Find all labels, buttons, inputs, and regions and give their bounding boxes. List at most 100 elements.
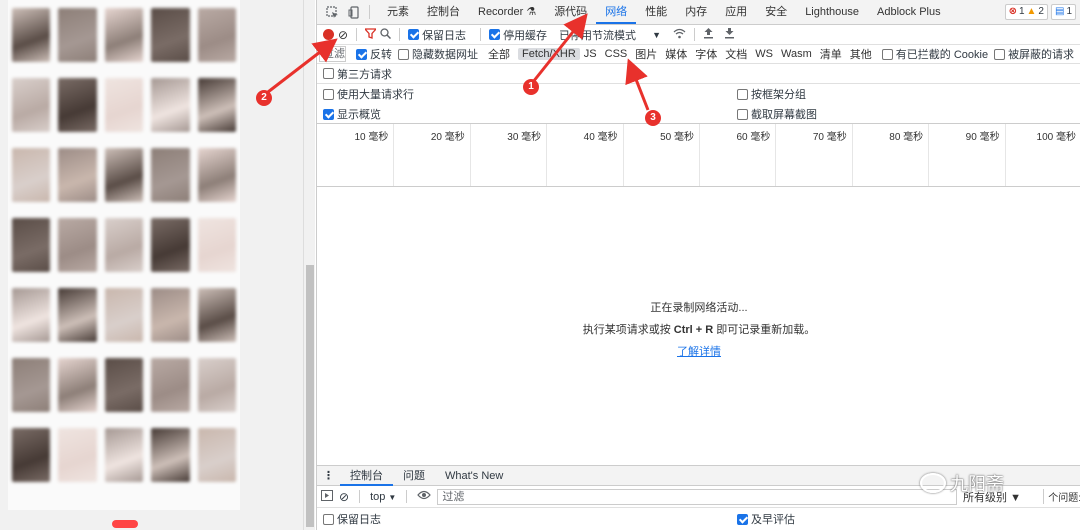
eager-eval-checkbox[interactable]: 及早评估 <box>737 511 795 527</box>
search-icon[interactable] <box>380 27 392 42</box>
image-thumbnail[interactable] <box>151 148 190 202</box>
image-thumbnail[interactable] <box>58 288 97 342</box>
image-thumbnail[interactable] <box>151 428 190 482</box>
checkbox-checked[interactable] <box>323 108 334 120</box>
disable-cache-checkbox[interactable]: 停用缓存 <box>489 27 547 43</box>
filter-type-img[interactable]: 图片 <box>631 46 661 62</box>
filter-type-media[interactable]: 媒体 <box>661 46 691 62</box>
image-thumbnail[interactable] <box>104 218 144 272</box>
blocked-cookies-checkbox[interactable]: 有已拦截的 Cookie <box>881 46 988 62</box>
context-select[interactable]: top ▼ <box>370 491 396 503</box>
image-thumbnail[interactable] <box>104 8 144 62</box>
image-thumbnail[interactable] <box>58 148 97 202</box>
console-filter-input[interactable]: 过滤 <box>437 488 958 505</box>
tab-lighthouse[interactable]: Lighthouse <box>796 0 868 24</box>
checkbox-unchecked[interactable] <box>323 88 334 100</box>
image-thumbnail[interactable] <box>151 218 190 272</box>
capture-screenshots-checkbox[interactable]: 截取屏幕截图 <box>737 106 817 122</box>
eye-icon[interactable] <box>417 490 432 503</box>
filter-type-css[interactable]: CSS <box>601 48 632 60</box>
page-scrollbar-thumb[interactable] <box>306 265 314 527</box>
image-thumbnail[interactable] <box>197 148 236 202</box>
image-thumbnail[interactable] <box>151 78 190 132</box>
record-button[interactable] <box>323 29 334 40</box>
image-thumbnail[interactable] <box>197 358 236 412</box>
show-overview-checkbox[interactable]: 显示概览 <box>323 106 381 122</box>
image-thumbnail[interactable] <box>12 288 51 342</box>
tab-performance[interactable]: 性能 <box>636 0 676 24</box>
message-badge[interactable]: ▤ 1 <box>1050 4 1076 20</box>
filter-type-font[interactable]: 字体 <box>691 46 721 62</box>
image-thumbnail[interactable] <box>104 78 144 132</box>
throttle-select[interactable]: 已停用节流模式 <box>559 27 636 43</box>
image-thumbnail[interactable] <box>151 358 190 412</box>
chevron-down-icon[interactable]: ▼ <box>652 30 661 40</box>
drawer-tab-console[interactable]: 控制台 <box>340 466 393 486</box>
image-thumbnail[interactable] <box>104 288 144 342</box>
image-thumbnail[interactable] <box>197 218 236 272</box>
filter-type-doc[interactable]: 文档 <box>721 46 751 62</box>
network-conditions-icon[interactable] <box>673 28 686 42</box>
image-thumbnail[interactable] <box>104 358 144 412</box>
checkbox-unchecked[interactable] <box>881 48 893 60</box>
large-rows-checkbox[interactable]: 使用大量请求行 <box>323 86 414 102</box>
checkbox-unchecked[interactable] <box>737 108 748 120</box>
learn-more-link[interactable]: 了解详情 <box>677 346 721 358</box>
image-thumbnail[interactable] <box>12 218 51 272</box>
image-thumbnail[interactable] <box>12 78 51 132</box>
clear-icon[interactable]: ⊘ <box>338 28 348 42</box>
checkbox-checked[interactable] <box>489 29 501 40</box>
blocked-requests-checkbox[interactable]: 被屏蔽的请求 <box>994 46 1074 62</box>
filter-icon[interactable] <box>363 27 378 42</box>
filter-input[interactable]: 过滤 <box>319 46 346 62</box>
filter-type-all[interactable]: 全部 <box>484 46 514 62</box>
image-thumbnail[interactable] <box>58 8 97 62</box>
image-thumbnail[interactable] <box>197 288 236 342</box>
page-scrollbar[interactable] <box>303 0 315 530</box>
group-by-frame-checkbox[interactable]: 按框架分组 <box>737 86 806 102</box>
filter-type-ws[interactable]: WS <box>751 48 777 60</box>
checkbox-checked[interactable] <box>356 48 367 60</box>
tab-elements[interactable]: 元素 <box>378 0 418 24</box>
drawer-tab-issues[interactable]: 问题 <box>393 466 435 486</box>
inspect-element-icon[interactable] <box>325 5 339 19</box>
export-har-icon[interactable] <box>724 27 735 42</box>
image-thumbnail[interactable] <box>58 428 97 482</box>
tab-recorder[interactable]: Recorder ⚗ <box>469 0 545 24</box>
sidebar-toggle-icon[interactable] <box>321 489 333 504</box>
drawer-menu-icon[interactable]: ⋮ <box>317 469 340 482</box>
image-thumbnail[interactable] <box>12 148 51 202</box>
filter-type-fetch-xhr[interactable]: Fetch/XHR <box>518 48 580 60</box>
filter-type-wasm[interactable]: Wasm <box>777 48 816 60</box>
image-thumbnail[interactable] <box>151 8 190 62</box>
image-thumbnail[interactable] <box>197 78 236 132</box>
device-toolbar-icon[interactable] <box>347 5 361 19</box>
image-thumbnail[interactable] <box>197 8 236 62</box>
image-thumbnail[interactable] <box>58 218 97 272</box>
tab-sources[interactable]: 源代码 <box>545 0 596 24</box>
tab-application[interactable]: 应用 <box>716 0 756 24</box>
filter-type-js[interactable]: JS <box>580 48 601 60</box>
image-thumbnail[interactable] <box>58 358 97 412</box>
image-thumbnail[interactable] <box>58 78 97 132</box>
page-button[interactable] <box>112 520 138 528</box>
filter-type-other[interactable]: 其他 <box>846 46 876 62</box>
hide-data-urls-checkbox[interactable]: 隐藏数据网址 <box>398 46 478 62</box>
filter-type-manifest[interactable]: 清单 <box>816 46 846 62</box>
image-thumbnail[interactable] <box>151 288 190 342</box>
image-thumbnail[interactable] <box>12 8 51 62</box>
tab-network[interactable]: 网络 <box>596 0 637 24</box>
import-har-icon[interactable] <box>703 27 714 42</box>
console-preserve-log-checkbox[interactable]: 保留日志 <box>323 511 381 527</box>
checkbox-unchecked[interactable] <box>994 48 1006 60</box>
image-thumbnail[interactable] <box>12 358 51 412</box>
image-thumbnail[interactable] <box>197 428 236 482</box>
tab-console[interactable]: 控制台 <box>418 0 469 24</box>
checkbox-checked[interactable] <box>737 513 748 525</box>
image-thumbnail[interactable] <box>104 428 144 482</box>
preserve-log-checkbox[interactable]: 保留日志 <box>408 27 466 43</box>
checkbox-unchecked[interactable] <box>323 513 334 525</box>
error-warning-badge[interactable]: ⊗ 1 ▲ 2 <box>1004 4 1048 20</box>
drawer-tab-whats-new[interactable]: What's New <box>435 466 513 486</box>
third-party-checkbox[interactable]: 第三方请求 <box>323 66 392 82</box>
